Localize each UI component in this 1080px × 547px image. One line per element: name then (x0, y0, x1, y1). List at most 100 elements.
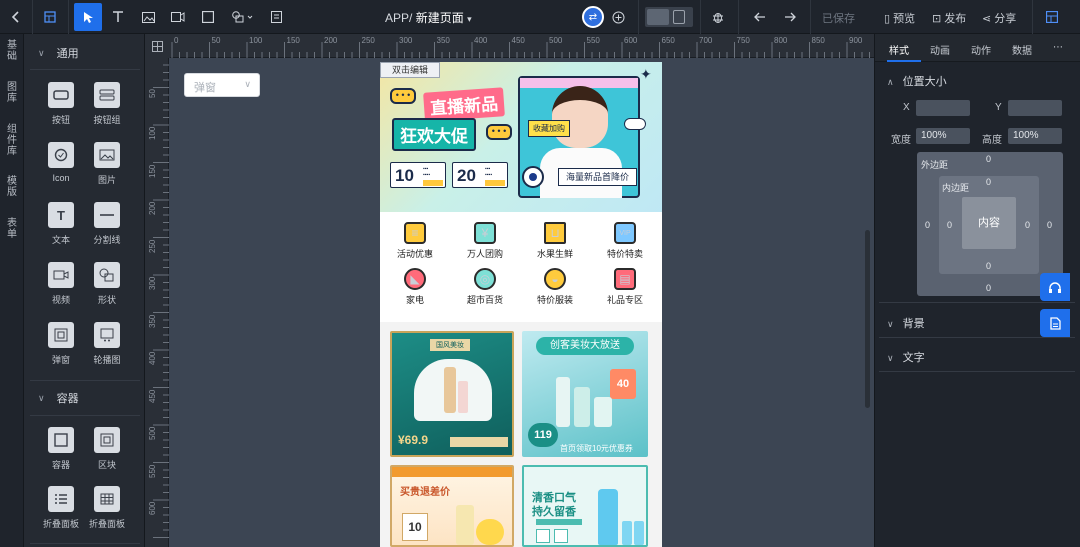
rail-item-form[interactable]: 表单 (4, 218, 20, 240)
quick-item-gift[interactable]: ▤ 礼品专区 (590, 268, 660, 306)
padding-right-value[interactable]: 0 (1025, 220, 1030, 230)
ruler-tick-label: 150 (148, 164, 157, 178)
preview-button[interactable]: ▯ 预览 (884, 10, 915, 26)
product-grid: 国风美妆 ¥69.9 创客美妆大放送 40 119 首页领取10元优惠券 买贵退… (380, 322, 662, 547)
comp-block[interactable]: 区块 (82, 427, 132, 483)
rail-item-basic[interactable]: 基础 (4, 40, 20, 62)
product-card-refund[interactable]: 买贵退差价 10 (390, 465, 514, 547)
back-icon[interactable] (2, 3, 30, 31)
shape-icon (94, 262, 120, 288)
share-button[interactable]: ⋖ 分享 (982, 10, 1016, 26)
comp-button[interactable]: 按钮 (36, 82, 86, 138)
ruler-tick-label: 400 (474, 36, 488, 45)
product-buy-bar (450, 437, 508, 447)
input-x[interactable] (916, 100, 970, 116)
section-text[interactable]: ∨ 文字 (875, 340, 1080, 372)
section-container[interactable]: ∨ 容器 (24, 381, 145, 415)
rectangle-tool-icon[interactable] (194, 3, 222, 31)
tab-action[interactable]: 动作 (971, 42, 991, 57)
mobile-icon[interactable] (673, 10, 685, 24)
comp-carousel[interactable]: 轮播图 (82, 322, 132, 378)
select-pointer-icon[interactable] (74, 3, 102, 31)
quick-item-special[interactable]: VIP 特价特卖 (590, 222, 660, 260)
text-tool-icon[interactable] (104, 3, 132, 31)
chevron-down-icon: ∨ (244, 79, 251, 89)
comp-collapse-panel[interactable]: 折叠面板 (36, 486, 86, 542)
margin-bottom-value[interactable]: 0 (986, 283, 991, 293)
canvas-scrollbar[interactable] (865, 230, 870, 408)
product-card-cosmetics[interactable]: 国风美妆 ¥69.9 (390, 331, 514, 457)
cart-icon: ⊔ (544, 222, 566, 244)
comp-text[interactable]: T 文本 (36, 202, 86, 258)
quick-item-appliance[interactable]: ◣ 家电 (380, 268, 450, 306)
quick-item-supermarket[interactable]: ◎ 超市百货 (450, 268, 520, 306)
heel-icon: ◣ (404, 268, 426, 290)
page-tool-icon[interactable] (262, 3, 290, 31)
product-card-skincare[interactable]: 创客美妆大放送 40 119 首页领取10元优惠券 (522, 331, 648, 457)
comp-shape[interactable]: 形状 (82, 262, 132, 318)
video-tool-icon[interactable] (164, 3, 192, 31)
properties-tabs: 样式 动画 动作 数据 ⋯ (875, 34, 1080, 62)
tab-style[interactable]: 样式 (889, 42, 909, 57)
comp-container[interactable]: 容器 (36, 427, 86, 483)
headset-icon[interactable] (1040, 273, 1070, 301)
layers-icon[interactable] (36, 3, 64, 31)
rail-item-template[interactable]: 模版 (4, 176, 20, 198)
double-click-edit-label[interactable]: 双击编辑 (380, 62, 440, 78)
quick-item-activity[interactable]: ≡ 活动优惠 (380, 222, 450, 260)
ruler-tick-label: 450 (148, 389, 157, 403)
popup-select[interactable]: 弹窗 ∨ (184, 73, 260, 97)
padding-top-value[interactable]: 0 (986, 177, 991, 187)
comp-button-group[interactable]: 按钮组 (82, 82, 132, 138)
page-title[interactable]: APP/ 新建页面 ▾ (385, 9, 472, 26)
quick-item-fresh[interactable]: ⊔ 水果生鲜 (520, 222, 590, 260)
tab-animation[interactable]: 动画 (930, 42, 950, 57)
link-toggle-icon[interactable]: ⇄ (579, 3, 607, 31)
publish-button[interactable]: ⊡ 发布 (932, 10, 966, 26)
comp-popup[interactable]: 弹窗 (36, 322, 86, 378)
input-y[interactable] (1008, 100, 1062, 116)
ruler-corner-icon[interactable] (145, 34, 170, 58)
image-tool-icon[interactable] (134, 3, 162, 31)
shape-tool-icon[interactable] (226, 3, 260, 31)
quick-item-group-buy[interactable]: ¥ 万人团购 (450, 222, 520, 260)
product-card-mouthwash[interactable]: 清香口气 持久留香 (522, 465, 648, 547)
top-toolbar: APP/ 新建页面 ▾ ⇄ 已保存 ▯ 预览 ⊡ 发布 ⋖ 分享 (0, 0, 1080, 34)
title-name: 新建页面 (415, 11, 464, 25)
hero-banner[interactable]: • • • 直播新品 狂欢大促 • • • 10 ▪▪▪ ▪▪▪▪ 20 ▪▪▪ ▪… (380, 62, 662, 212)
ruler-tick-label: 100 (249, 36, 263, 45)
section-general[interactable]: ∨ 通用 (24, 36, 145, 70)
desktop-icon[interactable] (647, 9, 669, 25)
content-box: 内容 (962, 197, 1016, 249)
section-background-label: 背景 (902, 318, 925, 330)
section-position-size[interactable]: ∧ 位置大小 (875, 64, 1080, 96)
panel-toggle-icon[interactable] (1038, 3, 1066, 31)
comp-divider[interactable]: 分割线 (82, 202, 132, 258)
comp-icon[interactable]: Icon (36, 142, 86, 198)
comp-video[interactable]: 视频 (36, 262, 86, 318)
rail-item-component-lib[interactable]: 组件库 (4, 124, 20, 157)
padding-left-value[interactable]: 0 (947, 220, 952, 230)
ruler-tick-label: 200 (148, 201, 157, 215)
rail-item-gallery[interactable]: 图库 (4, 82, 20, 104)
input-width[interactable]: 100% (916, 128, 970, 144)
more-icon[interactable]: ⋯ (1053, 42, 1063, 53)
mobile-page[interactable]: 双击编辑 • • • 直播新品 狂欢大促 • • • 10 ▪▪▪ ▪▪▪▪ 20… (380, 62, 662, 547)
debug-icon[interactable] (704, 3, 732, 31)
redo-icon[interactable] (776, 3, 804, 31)
add-circle-icon[interactable] (604, 3, 632, 31)
quick-item-clothing[interactable]: ◒ 特价服装 (520, 268, 590, 306)
comp-label: 按钮 (51, 115, 70, 125)
margin-right-value[interactable]: 0 (1047, 220, 1052, 230)
margin-top-value[interactable]: 0 (986, 154, 991, 164)
undo-icon[interactable] (746, 3, 774, 31)
active-tab-indicator (887, 60, 921, 62)
margin-left-value[interactable]: 0 (925, 220, 930, 230)
tab-data[interactable]: 数据 (1012, 42, 1032, 57)
input-height[interactable]: 100% (1008, 128, 1062, 144)
comp-collapse-panel-2[interactable]: 折叠面板 (82, 486, 132, 542)
comp-image[interactable]: 图片 (82, 142, 132, 198)
gold-ingot-icon: ◒ (544, 268, 566, 290)
document-icon[interactable] (1040, 309, 1070, 337)
padding-bottom-value[interactable]: 0 (986, 261, 991, 271)
